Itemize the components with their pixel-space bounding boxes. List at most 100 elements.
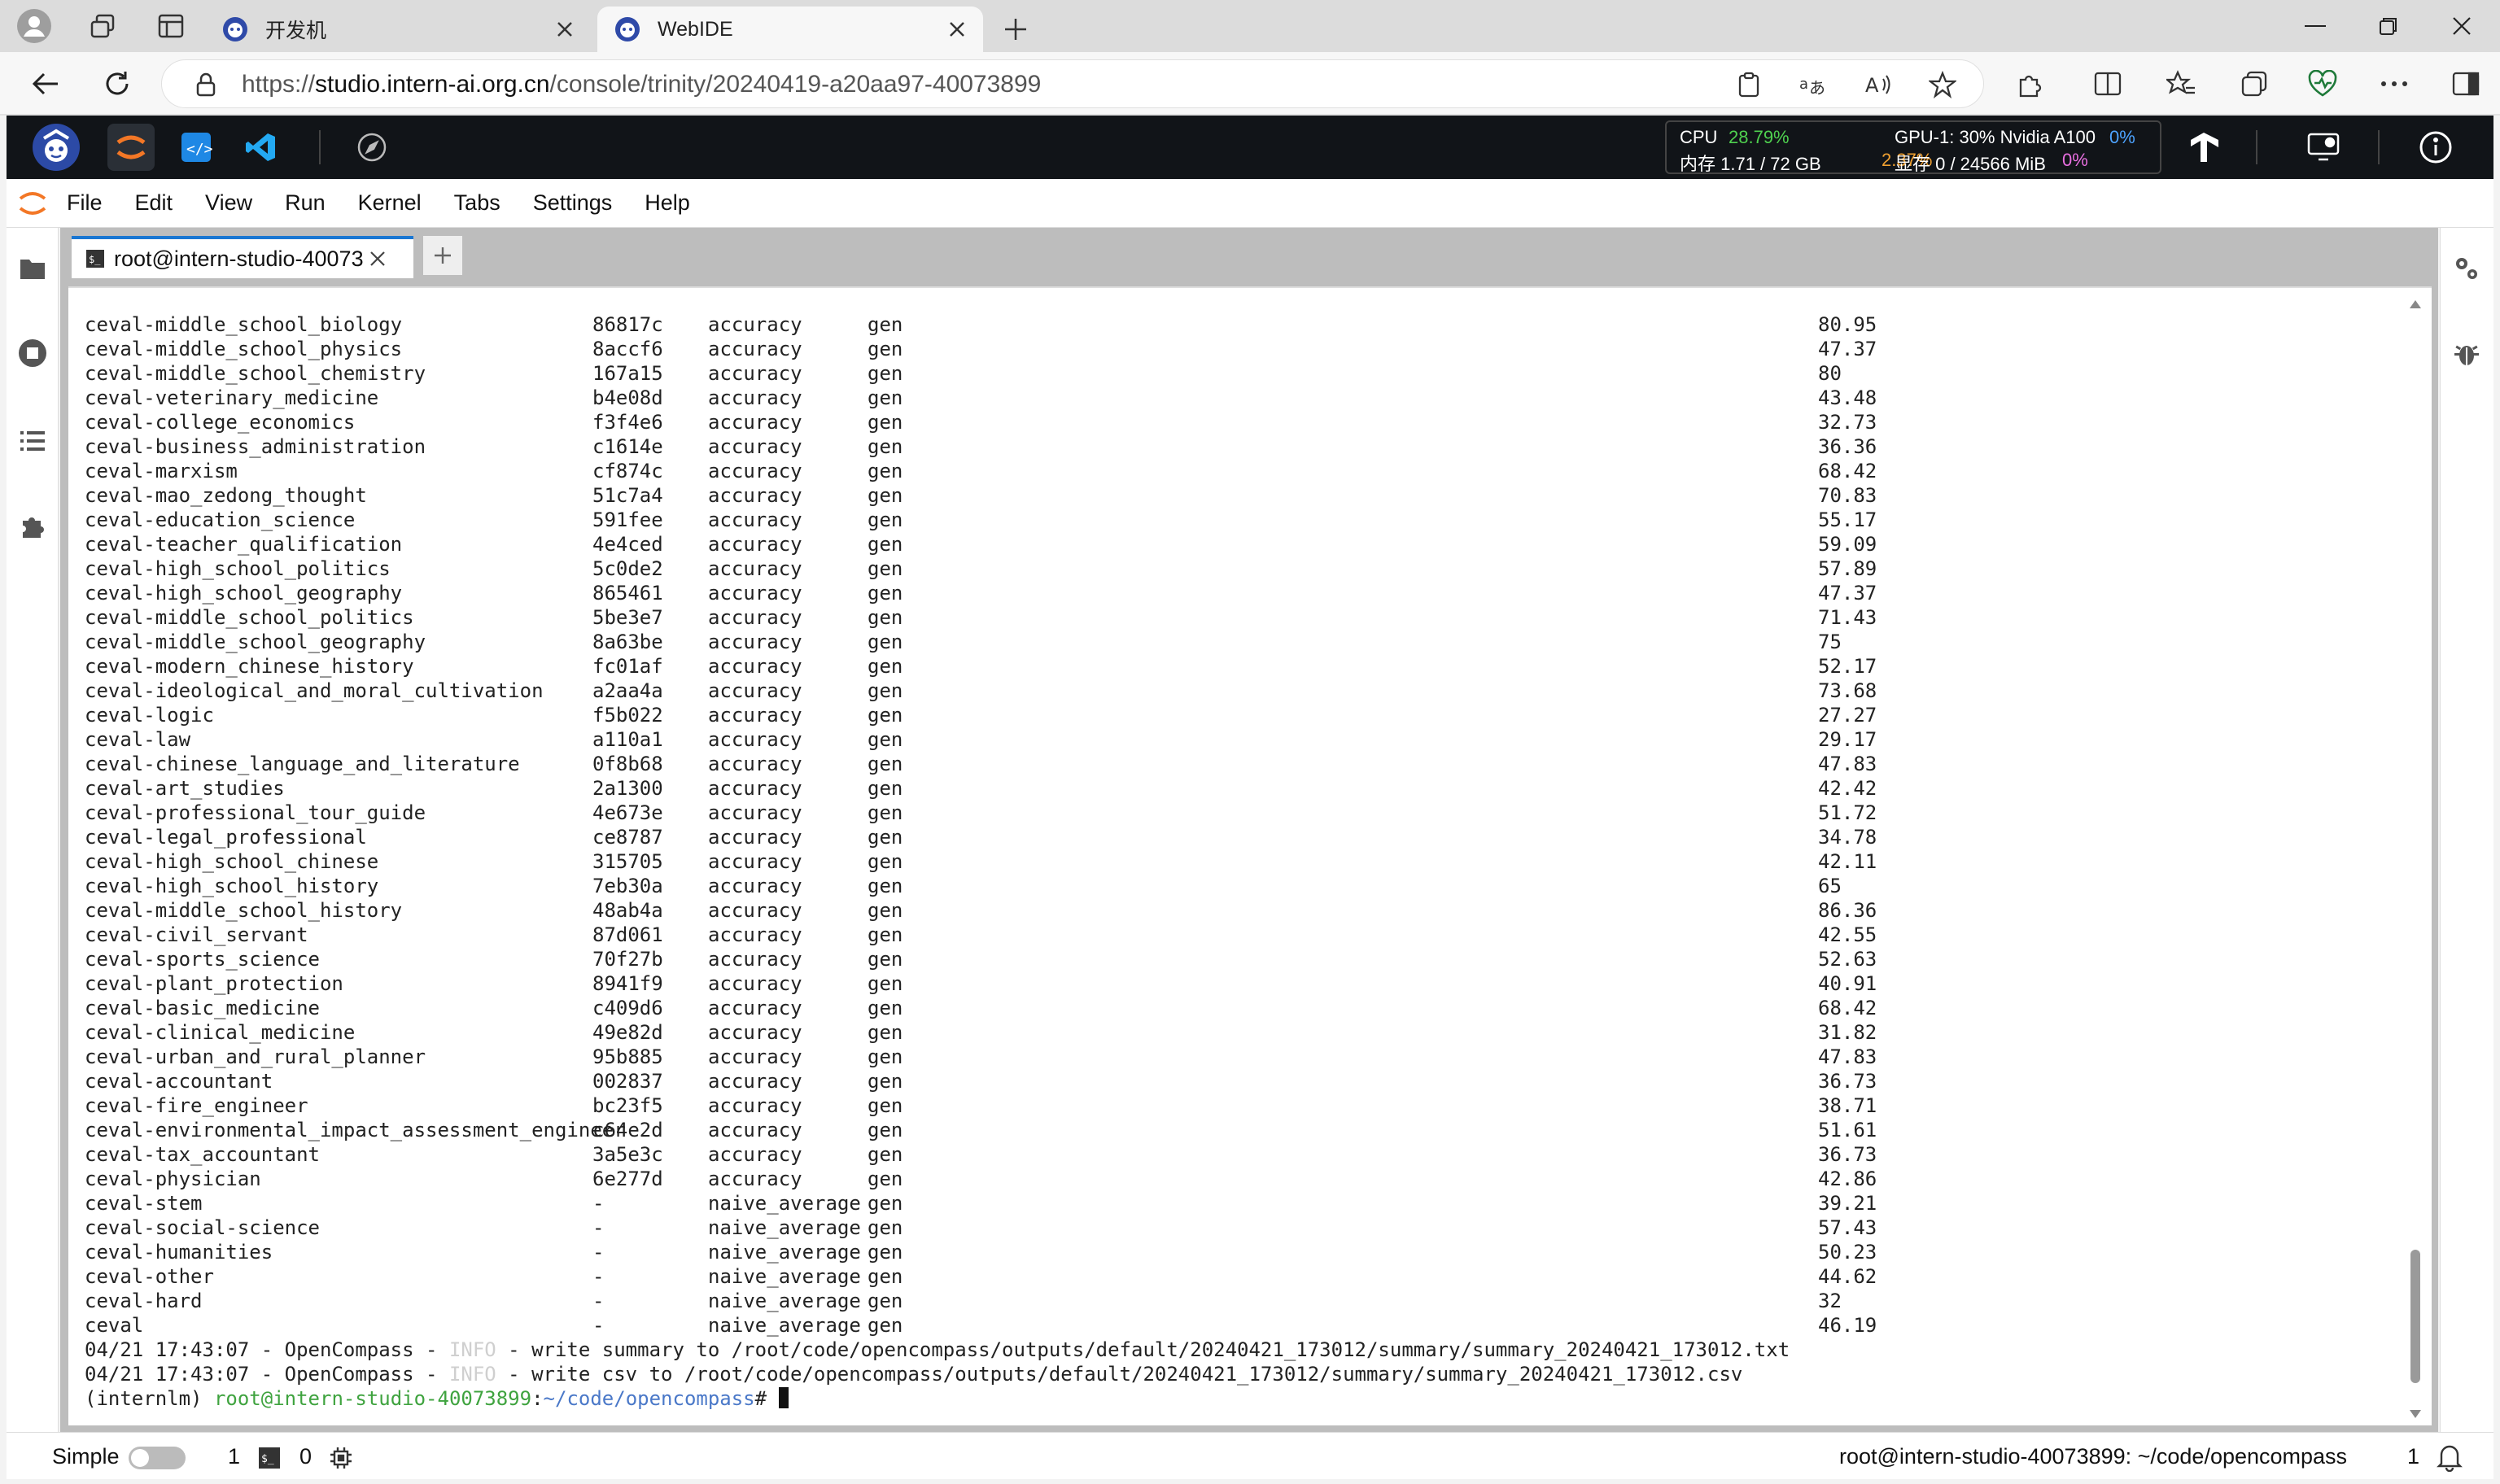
table-row: ceval-clinical_medicine 49e82d accuracy gen…	[85, 1020, 1877, 1045]
menu-kernel[interactable]: Kernel	[358, 190, 422, 216]
jupyter-icon[interactable]	[107, 124, 155, 171]
close-tab-icon[interactable]	[947, 20, 967, 39]
menu-help[interactable]: Help	[645, 190, 690, 216]
extensions-icon[interactable]	[2008, 63, 2051, 104]
dataset-name: ceval-veterinary_medicine	[85, 386, 379, 409]
remote-desktop-icon[interactable]	[2300, 124, 2347, 171]
metric: accuracy	[708, 582, 802, 605]
collections-icon[interactable]	[2233, 63, 2275, 104]
close-tab-icon[interactable]	[369, 250, 387, 268]
vscode-icon[interactable]	[238, 124, 285, 171]
version-hash: 8a63be	[592, 631, 663, 653]
table-row: ceval-physician 6e277d accuracy gen 42.86	[85, 1167, 1877, 1191]
code-editor-icon[interactable]: </>	[173, 124, 220, 171]
toolbar-divider	[2256, 130, 2257, 164]
extension-manager-icon[interactable]	[15, 508, 50, 543]
refresh-icon[interactable]	[96, 63, 138, 104]
intern-studio-logo-icon[interactable]	[29, 120, 83, 174]
compass-icon[interactable]	[348, 124, 396, 171]
file-browser-icon[interactable]	[15, 251, 50, 286]
simple-mode-toggle[interactable]	[129, 1447, 186, 1469]
terminal-icon[interactable]: $_	[259, 1447, 280, 1469]
sidebar-toggle-icon[interactable]	[2445, 63, 2487, 104]
table-row: ceval-middle_school_geography 8a63be accur…	[85, 630, 1842, 654]
workspaces-icon[interactable]	[68, 0, 137, 52]
log-level: INFO	[448, 1363, 496, 1386]
shell-prompt[interactable]: (internlm) root@intern-studio-40073899:~…	[85, 1386, 1790, 1411]
dataset-name: ceval-modern_chinese_history	[85, 655, 414, 678]
table-row: ceval-humanities - naive_average gen 50.23	[85, 1240, 1877, 1264]
mode: gen	[868, 386, 903, 409]
version-hash: 87d061	[592, 923, 663, 946]
info-icon[interactable]	[2412, 124, 2459, 171]
minimize-window-button[interactable]	[2277, 0, 2354, 52]
terminals-count[interactable]: 1	[228, 1444, 240, 1469]
close-window-button[interactable]	[2424, 0, 2500, 52]
menu-view[interactable]: View	[205, 190, 252, 216]
property-inspector-icon[interactable]	[2449, 251, 2485, 286]
dataset-name: ceval-clinical_medicine	[85, 1021, 356, 1044]
kernels-count[interactable]: 0	[299, 1444, 312, 1469]
menu-run[interactable]: Run	[285, 190, 326, 216]
menu-file[interactable]: File	[67, 190, 103, 216]
back-icon[interactable]	[24, 63, 67, 104]
svg-text:a: a	[1799, 76, 1808, 93]
read-aloud-icon[interactable]: A	[1861, 68, 1894, 101]
dataset-name: ceval-middle_school_history	[85, 899, 403, 922]
version-hash: f5b022	[592, 704, 663, 727]
kernel-chip-icon[interactable]	[329, 1446, 353, 1470]
terminal-tab[interactable]: $_ root@intern-studio-40073	[72, 236, 413, 278]
version-hash: 002837	[592, 1070, 663, 1093]
svg-text:$_: $_	[89, 254, 101, 265]
favorite-star-icon[interactable]	[1926, 68, 1959, 101]
tensorflow-icon[interactable]	[2181, 124, 2228, 171]
score: 29.17	[1818, 728, 1877, 751]
close-tab-icon[interactable]	[555, 20, 575, 39]
dataset-name: ceval-other	[85, 1265, 214, 1288]
lock-icon[interactable]	[190, 68, 222, 101]
url-text[interactable]: https://studio.intern-ai.org.cn/console/…	[242, 71, 1041, 98]
version-hash: fc01af	[592, 655, 663, 678]
table-row: ceval-college_economics f3f4e6 accuracy gen…	[85, 410, 1877, 434]
menu-tabs[interactable]: Tabs	[454, 190, 500, 216]
notification-bell-icon[interactable]	[2437, 1443, 2463, 1472]
clipboard-icon[interactable]	[1733, 68, 1765, 101]
vram-label: 显存 0 / 24566 MiB	[1895, 154, 2046, 174]
menu-edit[interactable]: Edit	[135, 190, 173, 216]
browser-tab-devmachine[interactable]: 开发机	[205, 7, 591, 52]
profile-icon[interactable]	[0, 0, 68, 52]
more-options-icon[interactable]	[2373, 63, 2415, 104]
dataset-name: ceval-high_school_history	[85, 875, 379, 897]
terminal-cursor	[778, 1387, 789, 1408]
tab-actions-icon[interactable]	[137, 0, 205, 52]
scrollbar-thumb[interactable]	[2410, 1250, 2420, 1383]
terminal-panel[interactable]: ceval-middle_school_biology 86817c accurac…	[68, 286, 2432, 1425]
menu-settings[interactable]: Settings	[533, 190, 613, 216]
debugger-bug-icon[interactable]	[2449, 335, 2485, 371]
notification-count[interactable]: 1	[2407, 1444, 2419, 1469]
log-message: - write csv to /root/code/opencompass/ou…	[496, 1363, 1743, 1386]
browser-tab-title: 开发机	[265, 20, 327, 42]
toolbar-divider	[319, 130, 321, 164]
favorites-icon[interactable]	[2160, 63, 2202, 104]
metric: accuracy	[708, 899, 802, 922]
split-screen-icon[interactable]	[2087, 63, 2129, 104]
metric: accuracy	[708, 801, 802, 824]
restore-window-button[interactable]	[2350, 0, 2427, 52]
translate-icon[interactable]: aあ	[1796, 68, 1829, 101]
version-hash: ce8787	[592, 826, 663, 849]
terminal-output[interactable]: ceval-middle_school_biology 86817c accurac…	[85, 312, 1877, 1411]
table-row: ceval-environmental_impact_assessment_en…	[85, 1118, 1877, 1142]
running-sessions-icon[interactable]	[15, 335, 50, 371]
new-tab-button[interactable]	[990, 7, 1042, 52]
browser-tab-webide[interactable]: WebIDE	[597, 7, 983, 52]
scroll-down-arrow-icon[interactable]	[2409, 1409, 2422, 1419]
terminal-scrollbar[interactable]	[2406, 299, 2424, 1422]
new-launcher-button[interactable]	[423, 236, 462, 275]
version-hash: 4e673e	[592, 801, 663, 824]
scroll-up-arrow-icon[interactable]	[2409, 299, 2422, 309]
table-of-contents-icon[interactable]	[15, 423, 50, 459]
address-bar[interactable]: https://studio.intern-ai.org.cn/console/…	[161, 59, 1984, 108]
metric: accuracy	[708, 631, 802, 653]
browser-essentials-icon[interactable]	[2301, 63, 2344, 104]
